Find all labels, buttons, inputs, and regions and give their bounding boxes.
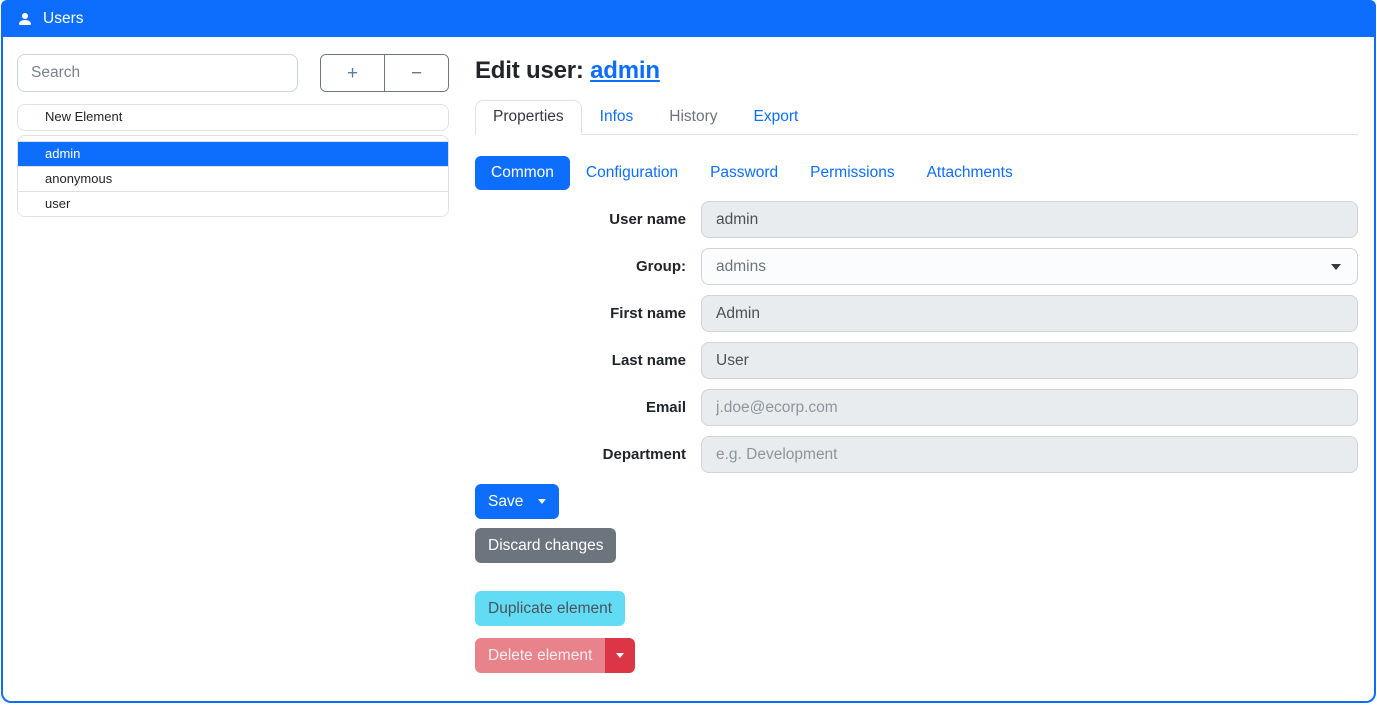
tab-history: History: [651, 100, 735, 135]
form-row: Department: [475, 436, 1358, 473]
tab-export[interactable]: Export: [736, 100, 817, 135]
action-buttons: Save Discard changes Duplicate element D…: [475, 484, 1358, 673]
tab-infos[interactable]: Infos: [582, 100, 652, 135]
form-row: First name: [475, 295, 1358, 332]
tab-bar: Properties Infos History Export: [475, 100, 1358, 135]
page-title: Edit user: admin: [475, 57, 1358, 85]
sidebar-toolbar: + −: [17, 54, 449, 92]
list-item-anonymous[interactable]: anonymous: [18, 166, 448, 191]
person-icon: [17, 11, 33, 27]
tab-properties[interactable]: Properties: [475, 100, 582, 135]
subtab-configuration[interactable]: Configuration: [570, 156, 694, 190]
add-remove-button-group: + −: [320, 54, 449, 92]
group-select[interactable]: admins: [701, 248, 1358, 285]
subtab-common[interactable]: Common: [475, 156, 570, 190]
duplicate-element-button: Duplicate element: [475, 591, 625, 626]
main-panel: Edit user: admin Properties Infos Histor…: [475, 54, 1358, 701]
card-body: + − New Element admin anonymous user Edi…: [3, 37, 1374, 701]
lastname-label: Last name: [475, 352, 686, 369]
new-element-list: New Element: [17, 104, 449, 131]
app-header: Users: [3, 0, 1374, 37]
subtab-attachments[interactable]: Attachments: [911, 156, 1029, 190]
remove-element-button[interactable]: −: [385, 55, 448, 91]
user-list: admin anonymous user: [17, 135, 449, 217]
form-row: Last name: [475, 342, 1358, 379]
firstname-field: [701, 295, 1358, 332]
email-field: [701, 389, 1358, 426]
subtab-password[interactable]: Password: [694, 156, 794, 190]
add-element-button[interactable]: +: [321, 55, 385, 91]
group-select-value: admins: [716, 258, 766, 276]
form-row: Group: admins: [475, 248, 1358, 285]
list-item-user[interactable]: user: [18, 191, 448, 216]
save-row: Save: [475, 484, 1358, 519]
discard-row: Discard changes: [475, 528, 1358, 563]
form-row: User name: [475, 201, 1358, 238]
group-label: Group:: [475, 258, 686, 275]
discard-changes-button[interactable]: Discard changes: [475, 528, 616, 563]
subtab-bar: Common Configuration Password Permission…: [475, 156, 1358, 190]
list-item-admin[interactable]: admin: [18, 141, 448, 166]
username-label: User name: [475, 211, 686, 228]
firstname-label: First name: [475, 305, 686, 322]
delete-element-button: Delete element: [475, 638, 605, 673]
duplicate-row: Duplicate element: [475, 591, 1358, 626]
username-field: [701, 201, 1358, 238]
lastname-field: [701, 342, 1358, 379]
email-label: Email: [475, 399, 686, 416]
save-button[interactable]: Save: [475, 484, 559, 519]
chevron-down-icon: [538, 499, 546, 504]
department-field: [701, 436, 1358, 473]
department-label: Department: [475, 446, 686, 463]
search-input[interactable]: [17, 54, 298, 92]
form-row: Email: [475, 389, 1358, 426]
chevron-down-icon: [1331, 264, 1341, 270]
sidebar: + − New Element admin anonymous user: [17, 54, 449, 701]
app-title: Users: [43, 10, 83, 28]
delete-split-button: Delete element: [475, 638, 1358, 673]
current-user-link[interactable]: admin: [590, 57, 660, 84]
delete-dropdown-toggle[interactable]: [605, 638, 635, 673]
page-title-prefix: Edit user:: [475, 57, 584, 84]
subtab-permissions[interactable]: Permissions: [794, 156, 910, 190]
chevron-down-icon: [616, 653, 624, 658]
list-item-new-element[interactable]: New Element: [18, 105, 448, 130]
user-form: User name Group: admins First name Last …: [475, 201, 1358, 473]
users-card: Users + − New Element admin anonymous us…: [1, 0, 1376, 703]
save-button-label: Save: [488, 493, 523, 511]
